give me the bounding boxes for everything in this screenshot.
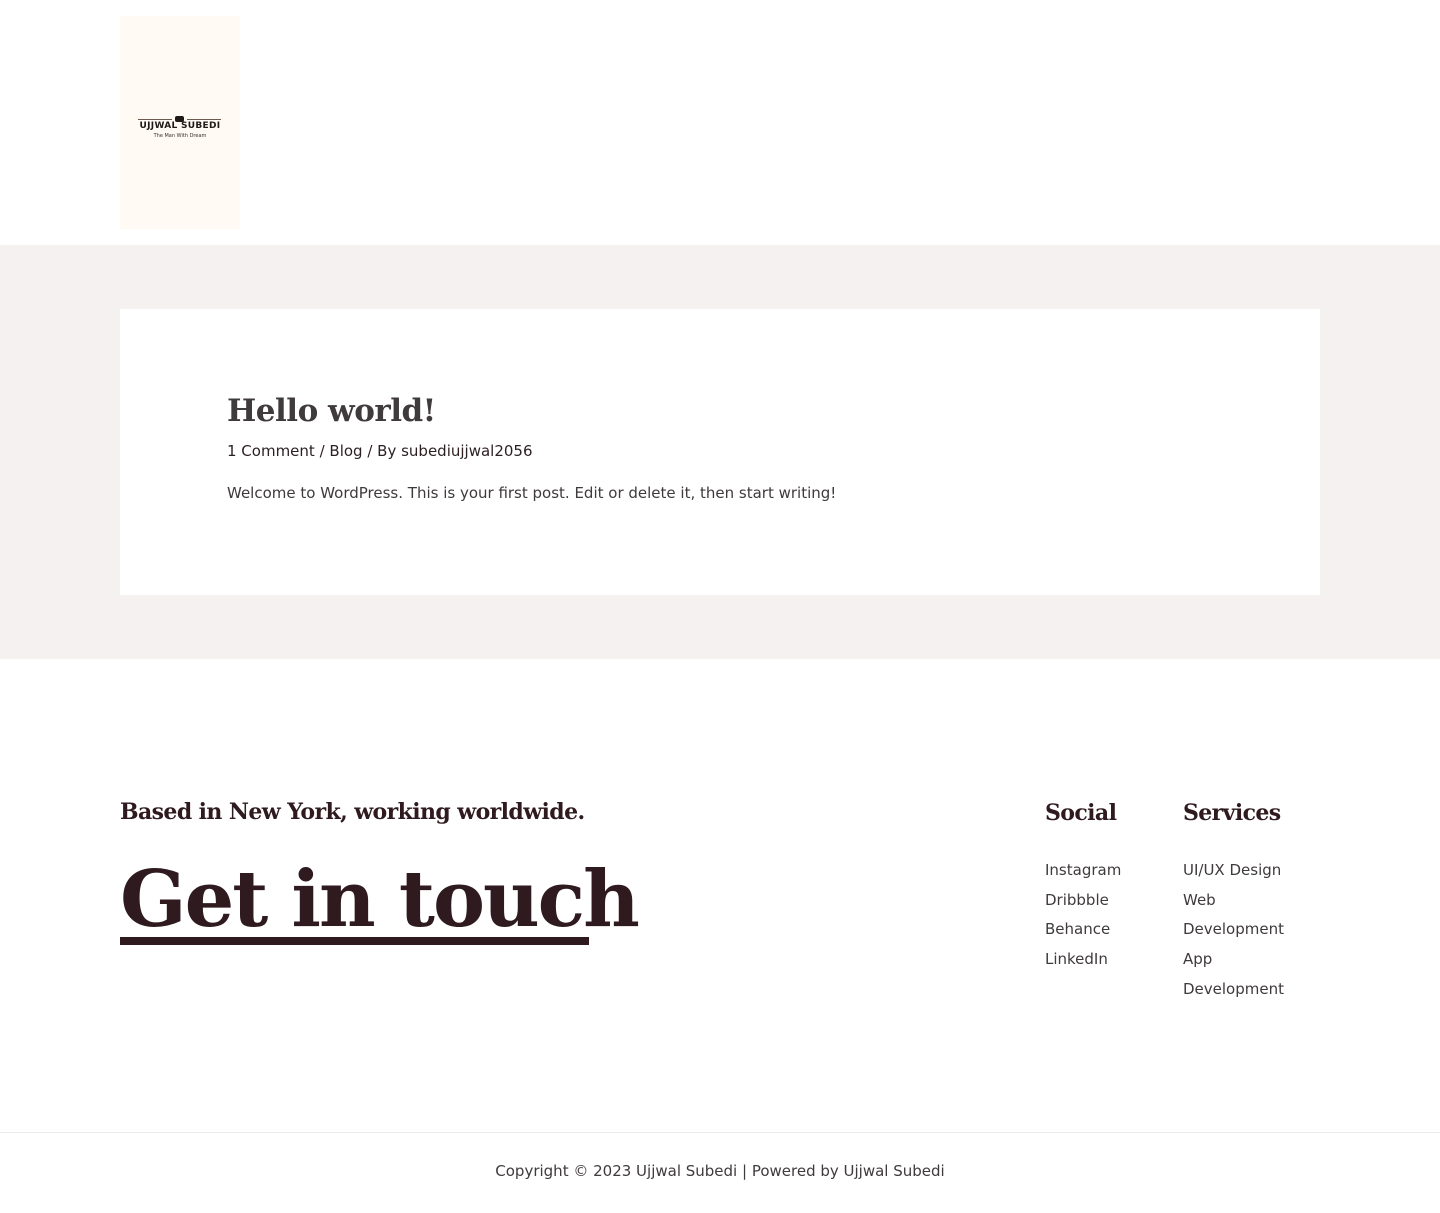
service-app-development-cont[interactable]: Development xyxy=(1183,980,1284,998)
behance-link[interactable]: Behance xyxy=(1045,920,1110,938)
post-excerpt: Welcome to WordPress. This is your first… xyxy=(227,484,837,502)
meta-author-prefix: / By xyxy=(362,442,402,460)
meta-separator: / xyxy=(314,442,330,460)
list-item: Development xyxy=(1183,975,1303,1005)
copyright-text: Copyright © 2023 Ujjwal Subedi | Powered… xyxy=(495,1162,945,1180)
dribbble-link[interactable]: Dribbble xyxy=(1045,891,1109,909)
list-item: App xyxy=(1183,945,1303,975)
service-web-development[interactable]: Web xyxy=(1183,891,1216,909)
logo-name: Ujjwal Subedi xyxy=(139,121,221,131)
list-item: Instagram xyxy=(1045,856,1121,886)
get-in-touch-link[interactable]: Get in touch xyxy=(120,850,640,950)
social-heading: Social xyxy=(1045,800,1117,826)
list-item: Development xyxy=(1183,915,1303,945)
logo-divider-left xyxy=(138,119,172,120)
post-author-link[interactable]: subediujjwal2056 xyxy=(401,442,532,460)
cta-underline xyxy=(120,937,589,945)
logo-divider-right xyxy=(187,119,221,120)
list-item: Web xyxy=(1183,886,1303,916)
post-category-link[interactable]: Blog xyxy=(329,442,362,460)
site-header: Ujjwal Subedi The Man With Dream xyxy=(0,0,1440,245)
linkedin-link[interactable]: LinkedIn xyxy=(1045,950,1108,968)
service-ui-ux-design[interactable]: UI/UX Design xyxy=(1183,861,1281,879)
list-item: LinkedIn xyxy=(1045,945,1121,975)
footer-divider xyxy=(0,1132,1440,1133)
service-app-development[interactable]: App xyxy=(1183,950,1212,968)
post-comments-link[interactable]: 1 Comment xyxy=(227,442,315,460)
post-meta: 1 Comment / Blog / By subediujjwal2056 xyxy=(227,442,533,460)
social-links: Instagram Dribbble Behance LinkedIn xyxy=(1045,856,1121,975)
list-item: UI/UX Design xyxy=(1183,856,1303,886)
instagram-link[interactable]: Instagram xyxy=(1045,861,1121,879)
service-web-development-cont[interactable]: Development xyxy=(1183,920,1284,938)
services-list: UI/UX Design Web Development App Develop… xyxy=(1183,856,1303,1005)
post-title[interactable]: Hello world! xyxy=(227,393,436,429)
logo-tagline: The Man With Dream xyxy=(153,133,207,139)
footer-tagline: Based in New York, working worldwide. xyxy=(120,799,585,825)
list-item: Behance xyxy=(1045,915,1121,945)
list-item: Dribbble xyxy=(1045,886,1121,916)
services-heading: Services xyxy=(1183,800,1281,826)
